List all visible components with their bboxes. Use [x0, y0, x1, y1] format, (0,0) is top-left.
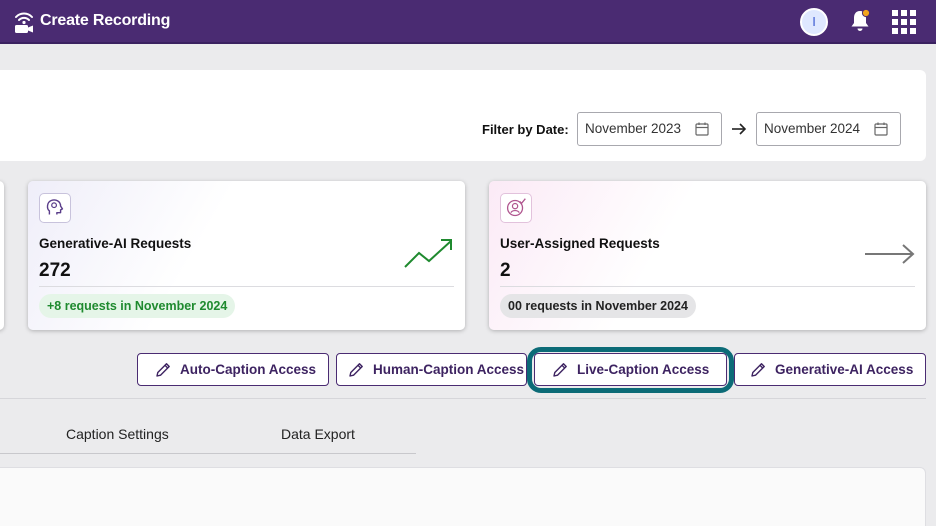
card-value: 2: [500, 260, 511, 281]
arrow-right-icon: [732, 123, 747, 135]
status-badge: +8 requests in November 2024: [39, 294, 236, 318]
generative-ai-requests-card[interactable]: Generative-AI Requests 272 +8 requests i…: [28, 181, 465, 330]
apps-grid-icon[interactable]: [892, 10, 916, 34]
button-label: Live-Caption Access: [577, 362, 710, 377]
tab-caption-settings[interactable]: Caption Settings: [66, 426, 169, 442]
auto-caption-access-button[interactable]: Auto-Caption Access: [137, 353, 329, 386]
date-filter-panel: Filter by Date: November 2023 November 2…: [0, 70, 926, 161]
tab-data-export[interactable]: Data Export: [281, 426, 355, 442]
card-divider: [39, 286, 454, 287]
calendar-icon: [874, 122, 888, 136]
top-bar: Create Recording I: [0, 0, 936, 44]
up-trend-icon: [404, 239, 452, 268]
button-label: Generative-AI Access: [775, 362, 914, 377]
date-to-value: November 2024: [764, 121, 861, 136]
user-check-icon: [500, 193, 532, 223]
avatar[interactable]: I: [800, 8, 828, 36]
button-label: Auto-Caption Access: [180, 362, 317, 377]
section-divider: [0, 398, 926, 399]
pencil-icon: [349, 363, 363, 377]
human-caption-access-button[interactable]: Human-Caption Access: [336, 353, 527, 386]
date-to-picker[interactable]: November 2024: [756, 112, 901, 146]
button-label: Human-Caption Access: [373, 362, 525, 377]
brand-label: Create Recording: [40, 12, 171, 29]
bell-icon[interactable]: [848, 8, 872, 34]
tab-content-panel: [0, 467, 926, 526]
status-badge: 00 requests in November 2024: [500, 294, 696, 318]
calendar-icon: [695, 122, 709, 136]
card-title: Generative-AI Requests: [39, 236, 192, 251]
date-from-picker[interactable]: November 2023: [577, 112, 722, 146]
live-caption-access-button[interactable]: Live-Caption Access: [534, 353, 727, 386]
pencil-icon: [156, 363, 170, 377]
date-from-value: November 2023: [585, 121, 682, 136]
user-assigned-requests-card[interactable]: User-Assigned Requests 2 00 requests in …: [489, 181, 926, 330]
filter-by-date-label: Filter by Date:: [482, 122, 569, 137]
pencil-icon: [553, 363, 567, 377]
arrow-right-icon: [865, 244, 915, 264]
card-divider: [500, 286, 915, 287]
card-value: 272: [39, 260, 71, 281]
recording-camera-icon: [15, 12, 33, 33]
create-recording-button[interactable]: Create Recording: [12, 8, 170, 34]
card-title: User-Assigned Requests: [500, 236, 660, 251]
tabs-underline: [0, 453, 416, 454]
ai-head-icon: [39, 193, 71, 223]
pencil-icon: [751, 363, 765, 377]
generative-ai-access-button[interactable]: Generative-AI Access: [734, 353, 926, 386]
stat-card-partial: [0, 181, 4, 330]
